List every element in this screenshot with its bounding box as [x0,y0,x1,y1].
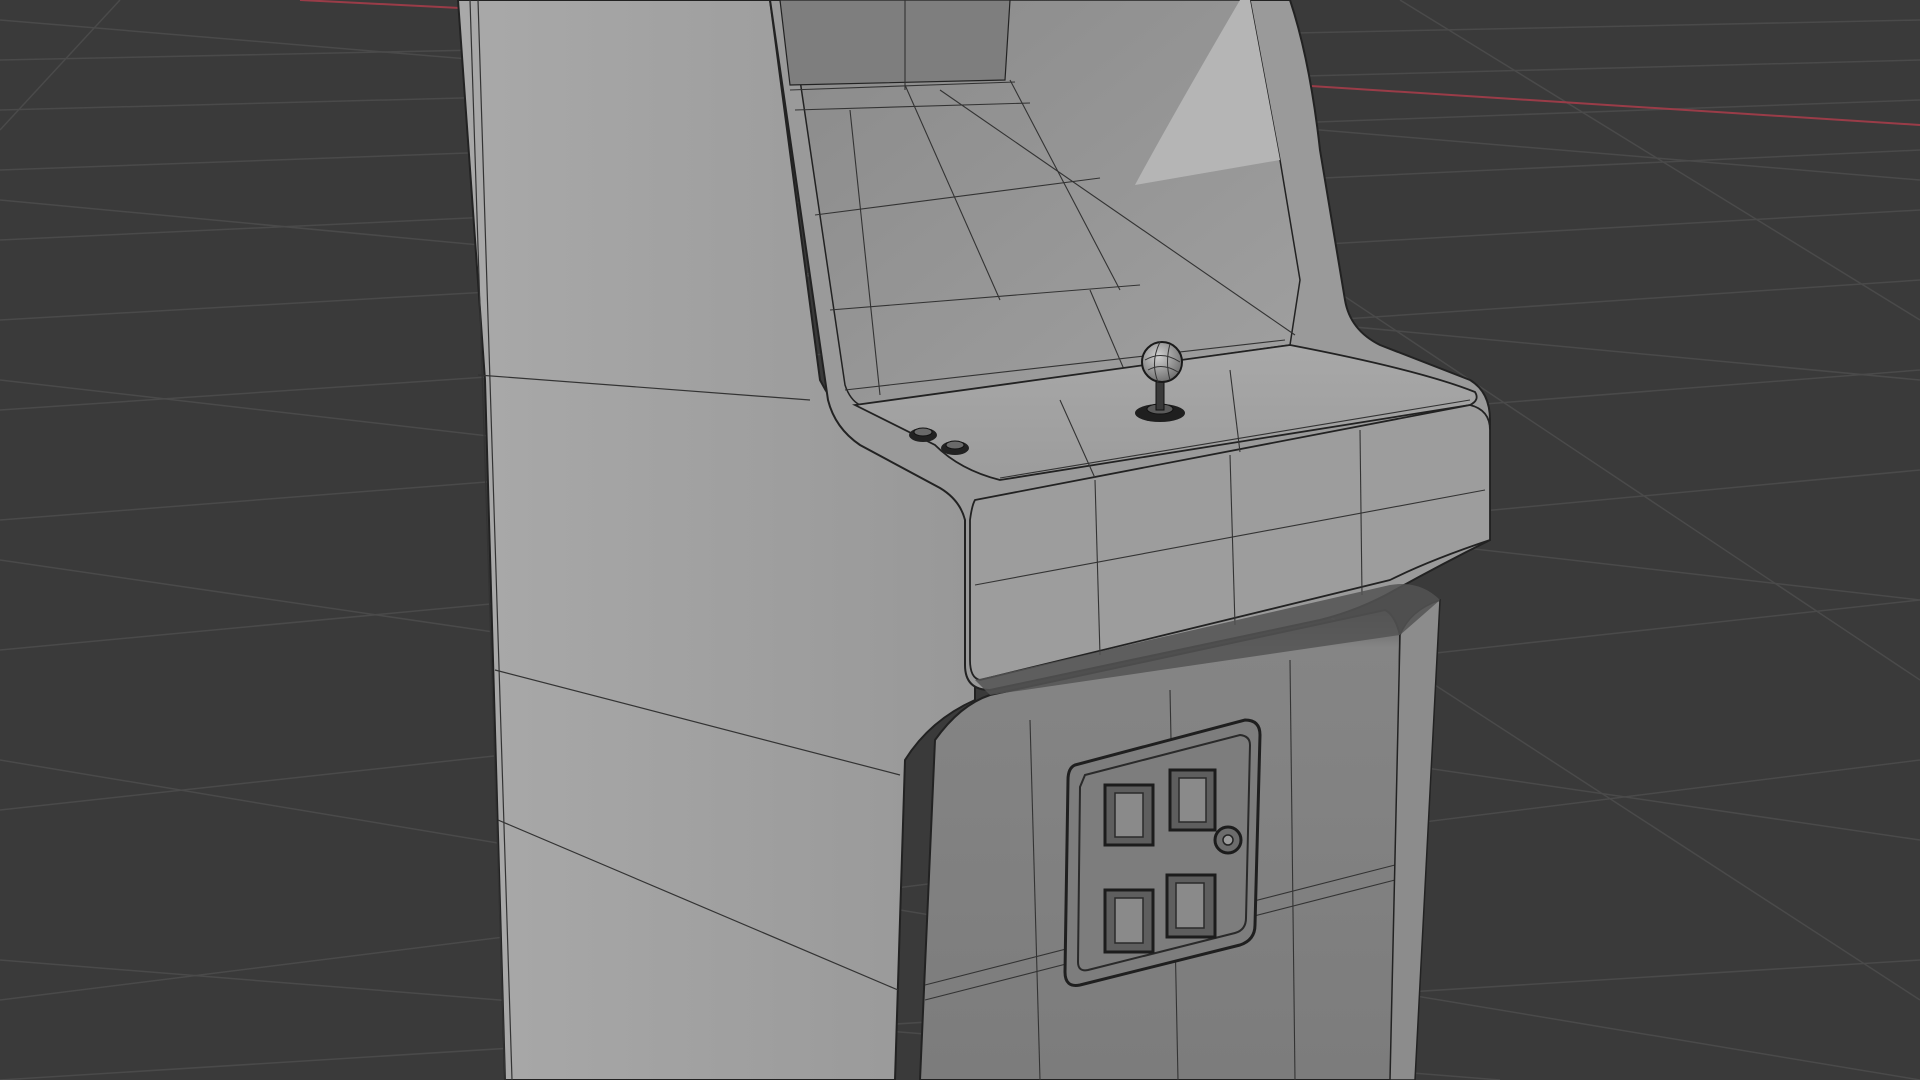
coin-door[interactable] [1063,718,1262,987]
coin-slot-icon[interactable] [1165,873,1217,939]
lock-icon[interactable] [1213,825,1243,855]
player-button-icon[interactable] [909,427,937,442]
player-button-icon[interactable] [941,440,969,455]
screen-top [779,0,1011,86]
coin-slot-icon[interactable] [1168,768,1217,832]
viewport-canvas[interactable] [0,0,1920,1080]
coin-slot-icon[interactable] [1103,888,1155,954]
3d-viewport[interactable] [0,0,1920,1080]
coin-slot-icon[interactable] [1103,783,1155,847]
